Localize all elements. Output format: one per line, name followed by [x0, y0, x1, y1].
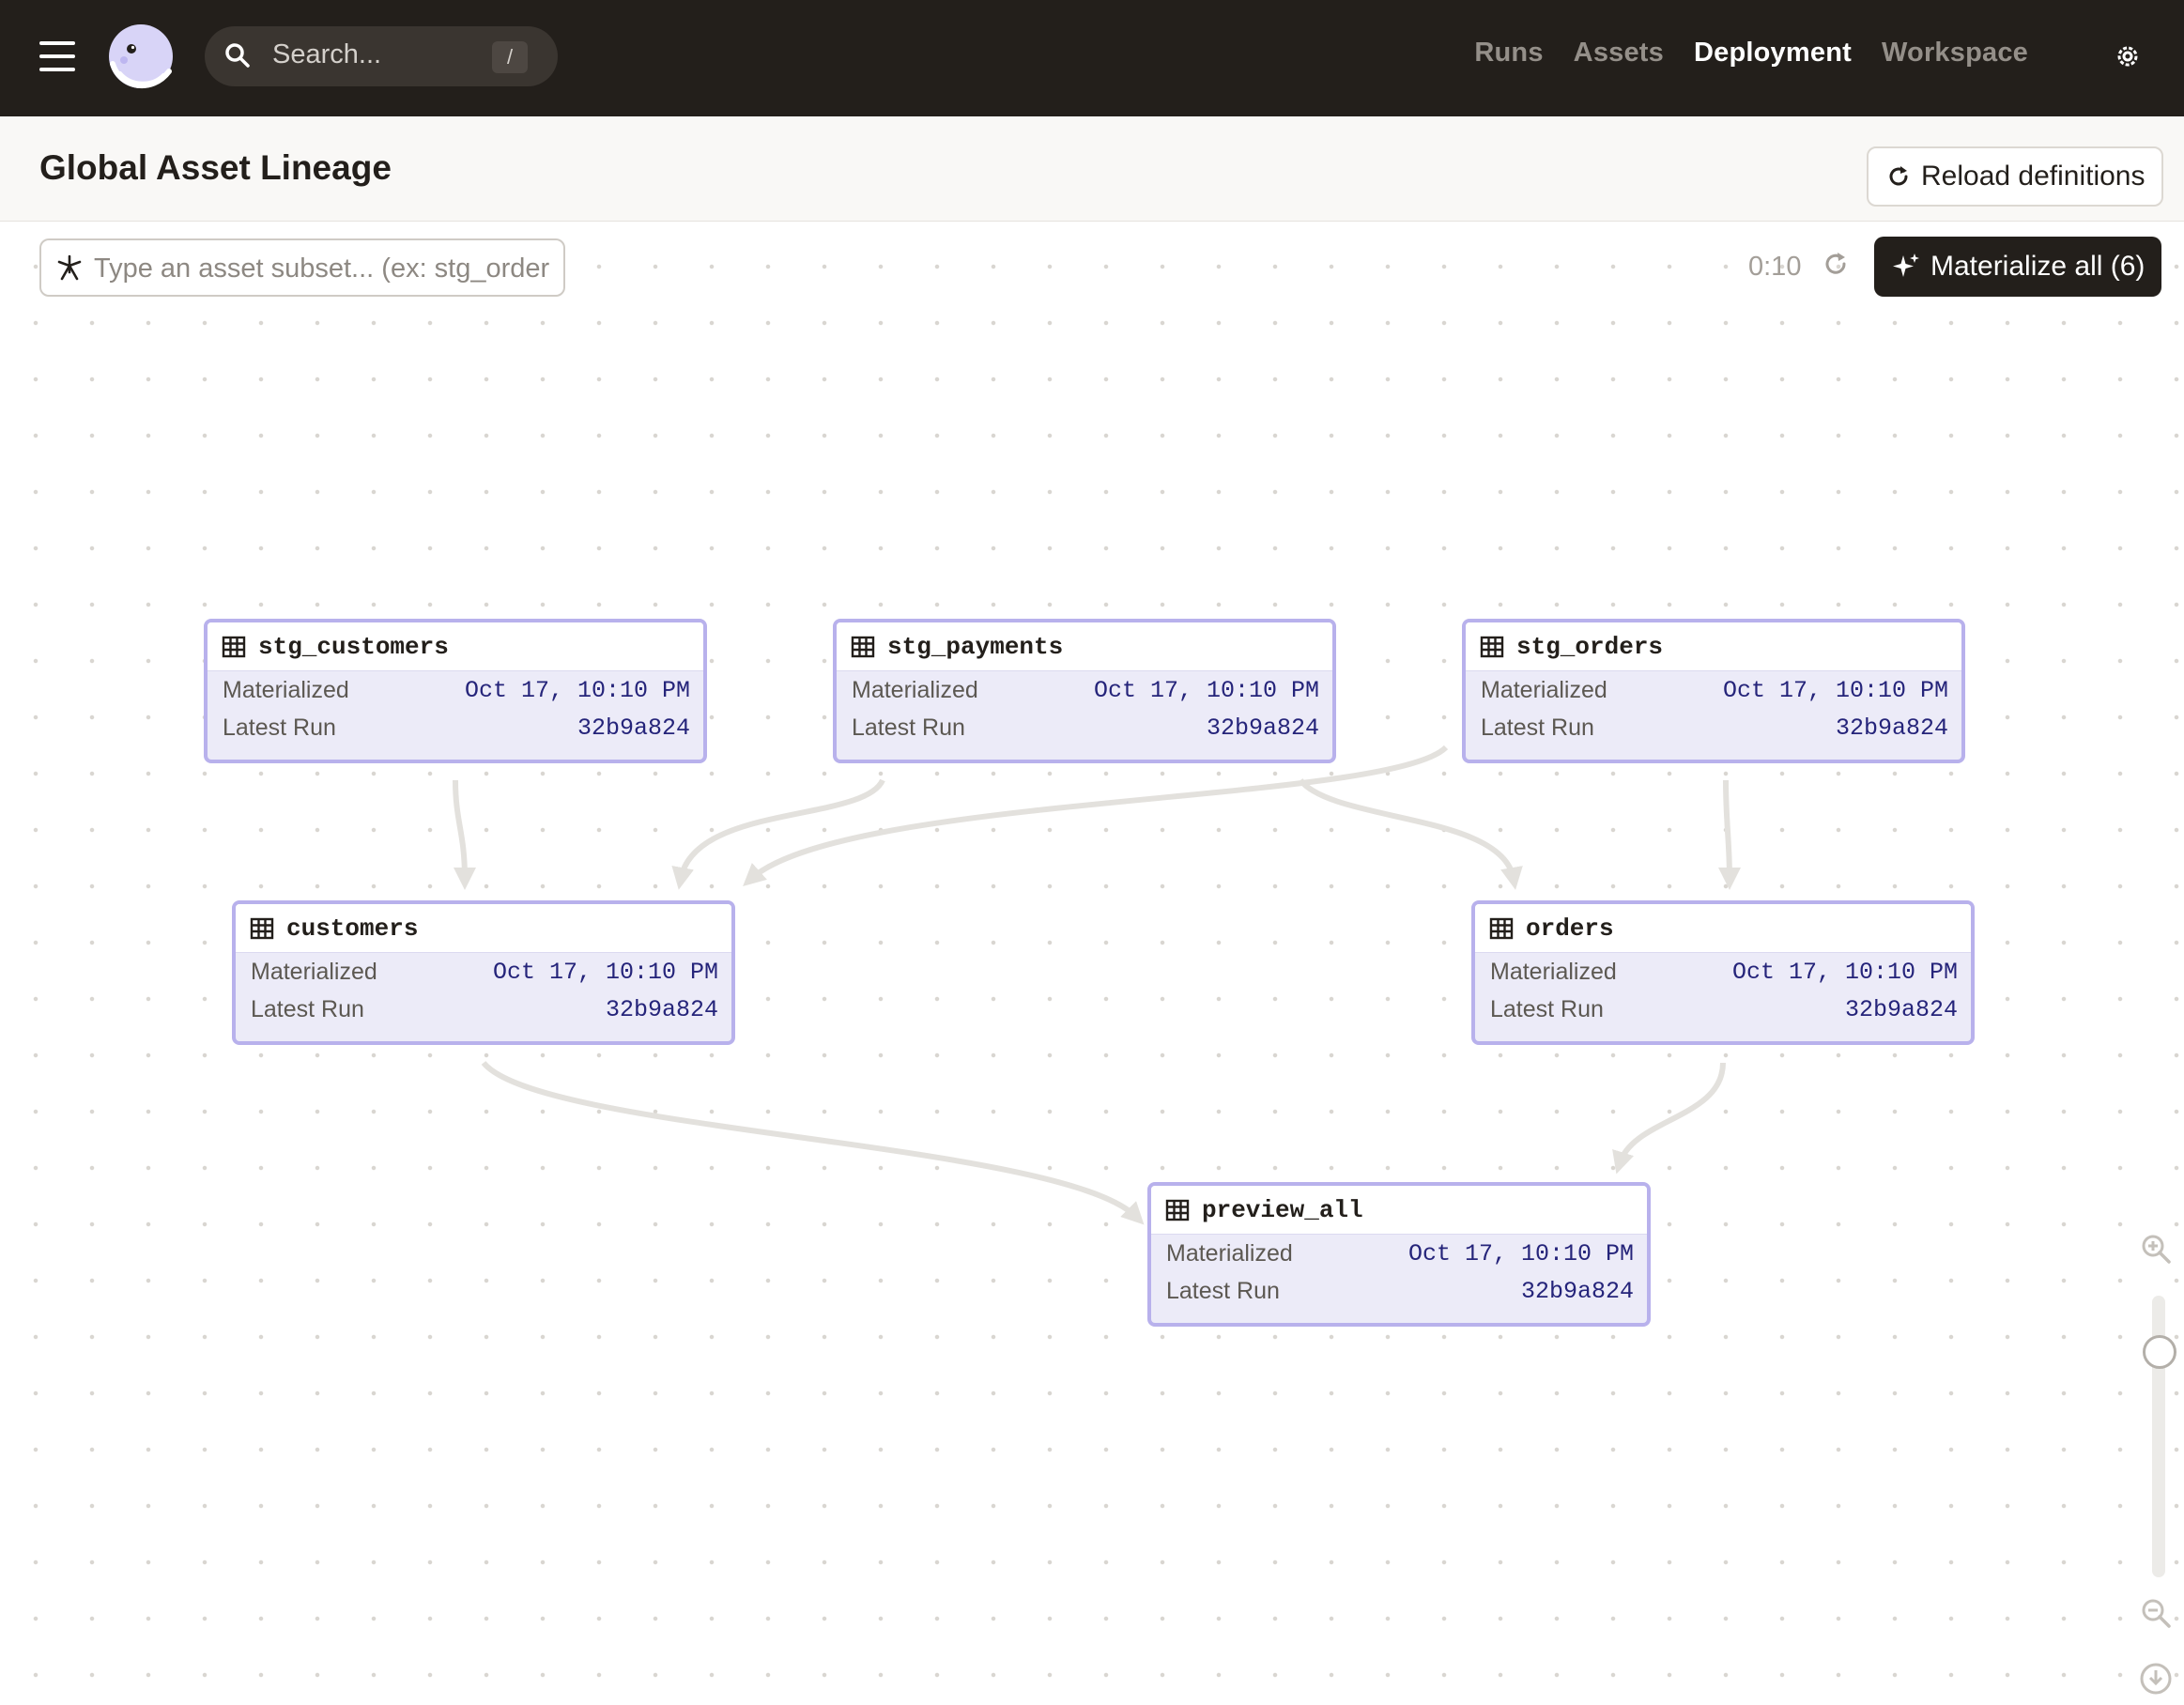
materialized-time: Oct 17, 10:10 PM — [464, 676, 690, 704]
reload-label: Reload definitions — [1921, 161, 2146, 192]
latest-run-id[interactable]: 32b9a824 — [577, 714, 690, 742]
page-title: Global Asset Lineage — [39, 148, 392, 187]
asset-node-preview_all[interactable]: preview_all Materialized Oct 17, 10:10 PM… — [1147, 1182, 1651, 1327]
latest-run-label: Latest Run — [1166, 1277, 1280, 1304]
materialized-time: Oct 17, 10:10 PM — [1722, 676, 1948, 704]
zoom-out-icon[interactable] — [2139, 1596, 2173, 1630]
asset-name: stg_payments — [887, 632, 1064, 661]
edge-customers-preview_all — [481, 1061, 1145, 1225]
nav-assets[interactable]: Assets — [1574, 38, 1664, 69]
asset-node-customers[interactable]: customers Materialized Oct 17, 10:10 PM L… — [232, 900, 735, 1045]
asset-node-stg_payments[interactable]: stg_payments Materialized Oct 17, 10:10 P… — [833, 619, 1336, 763]
materialize-all-label: Materialize all (6) — [1930, 251, 2146, 282]
top-nav-bar: Search... / Runs Assets Deployment Works… — [0, 0, 2184, 116]
dagster-logo[interactable] — [103, 21, 178, 96]
materialized-time: Oct 17, 10:10 PM — [1407, 1239, 1634, 1267]
gear-icon[interactable] — [2113, 41, 2143, 71]
latest-run-label: Latest Run — [1490, 995, 1604, 1022]
asset-node-orders[interactable]: orders Materialized Oct 17, 10:10 PM Late… — [1471, 900, 1975, 1045]
edge-stg_payments-orders — [1298, 777, 1523, 890]
asset-subset-placeholder: Type an asset subset... (ex: stg_order — [94, 253, 550, 284]
nav-runs[interactable]: Runs — [1474, 38, 1543, 69]
latest-run-id[interactable]: 32b9a824 — [1836, 714, 1948, 742]
materialized-label: Materialized — [1481, 676, 1607, 703]
materialized-label: Materialized — [251, 958, 377, 985]
download-icon[interactable] — [2139, 1662, 2173, 1696]
page-header: Global Asset Lineage Reload definitions — [0, 116, 2184, 222]
table-icon — [1480, 636, 1504, 657]
latest-run-label: Latest Run — [852, 714, 965, 741]
latest-run-id[interactable]: 32b9a824 — [1521, 1278, 1634, 1305]
nav-links: Runs Assets Deployment Workspace — [1474, 38, 2028, 69]
materialized-label: Materialized — [1166, 1239, 1293, 1267]
table-icon — [250, 917, 274, 939]
latest-run-label: Latest Run — [223, 714, 336, 741]
table-icon — [851, 636, 875, 657]
asset-graph-canvas[interactable]: Type an asset subset... (ex: stg_order 0… — [0, 222, 2184, 1705]
latest-run-label: Latest Run — [1481, 714, 1594, 741]
table-icon — [1489, 917, 1514, 939]
materialized-label: Materialized — [852, 676, 978, 703]
materialized-time: Oct 17, 10:10 PM — [1731, 958, 1958, 986]
reload-definitions-button[interactable]: Reload definitions — [1867, 146, 2163, 207]
latest-run-id[interactable]: 32b9a824 — [1845, 996, 1958, 1023]
sparkle-icon — [1893, 253, 1919, 277]
refresh-icon[interactable] — [1822, 250, 1850, 278]
nav-workspace[interactable]: Workspace — [1882, 38, 2028, 69]
zoom-slider-handle[interactable] — [2143, 1335, 2176, 1369]
materialized-time: Oct 17, 10:10 PM — [492, 958, 718, 986]
latest-run-id[interactable]: 32b9a824 — [1207, 714, 1319, 742]
materialize-all-button[interactable]: Materialize all (6) — [1874, 237, 2161, 297]
edge-orders-preview_all — [1612, 1062, 1726, 1175]
edge-stg_orders-customers — [743, 745, 1449, 887]
asset-name: preview_all — [1202, 1195, 1363, 1224]
table-icon — [222, 636, 246, 657]
materialized-label: Materialized — [1490, 958, 1617, 985]
edge-stg_customers-customers — [453, 779, 476, 890]
search-icon — [225, 43, 250, 68]
table-icon — [1165, 1199, 1190, 1221]
refresh-countdown: 0:10 — [1748, 252, 1802, 282]
hamburger-icon[interactable] — [39, 41, 75, 71]
search-placeholder: Search... — [272, 39, 382, 69]
asset-name: stg_customers — [258, 632, 449, 661]
asset-name: customers — [286, 914, 419, 943]
asset-name: stg_orders — [1516, 632, 1664, 661]
edge-stg_payments-customers — [671, 778, 885, 890]
reload-icon — [1889, 166, 1908, 186]
materialized-time: Oct 17, 10:10 PM — [1093, 676, 1319, 704]
nav-deployment[interactable]: Deployment — [1694, 38, 1852, 69]
lineage-filter-icon — [57, 254, 82, 281]
materialized-label: Materialized — [223, 676, 349, 703]
search-bar[interactable]: Search... / — [205, 26, 558, 86]
asset-node-stg_orders[interactable]: stg_orders Materialized Oct 17, 10:10 PM … — [1462, 619, 1965, 763]
asset-node-stg_customers[interactable]: stg_customers Materialized Oct 17, 10:10 … — [204, 619, 707, 763]
edge-stg_orders-orders — [1717, 779, 1741, 890]
asset-subset-input[interactable]: Type an asset subset... (ex: stg_order — [39, 238, 565, 297]
search-shortcut-key: / — [492, 41, 528, 73]
asset-name: orders — [1526, 914, 1614, 943]
latest-run-id[interactable]: 32b9a824 — [606, 996, 718, 1023]
zoom-in-icon[interactable] — [2139, 1232, 2173, 1266]
latest-run-label: Latest Run — [251, 995, 364, 1022]
